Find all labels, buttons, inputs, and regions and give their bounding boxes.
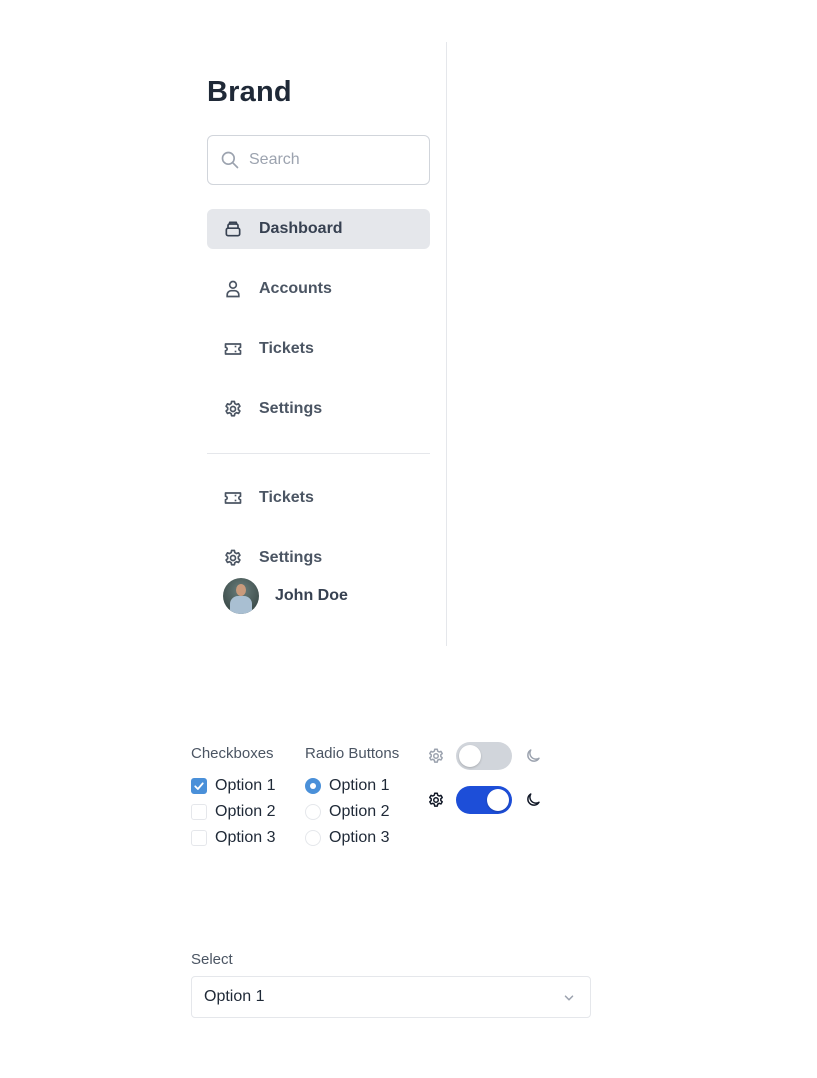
gear-icon [429, 792, 443, 807]
brand-title: Brand [207, 76, 292, 108]
sidebar-item-label: Settings [259, 400, 323, 417]
theme-toggle-row-on [427, 786, 542, 814]
checkbox-option-1[interactable]: Option 1 [191, 777, 275, 795]
sidebar-item-label: Settings [259, 549, 323, 566]
radios-title: Radio Buttons [305, 745, 400, 762]
theme-toggle-off[interactable] [456, 742, 512, 770]
chevron-down-icon [564, 995, 574, 1001]
sidebar-item-label: Accounts [259, 280, 332, 297]
radio-option-1[interactable]: Option 1 [305, 777, 389, 795]
checkbox-option-2[interactable]: Option 2 [191, 803, 275, 821]
user-icon [226, 280, 240, 298]
select-value: Option 1 [204, 988, 265, 1005]
radio[interactable] [305, 778, 321, 794]
radio-label: Option 3 [329, 829, 390, 846]
sidebar-item-accounts[interactable]: Accounts [207, 269, 430, 309]
sidebar-item-label: Dashboard [259, 220, 343, 237]
search-box[interactable] [207, 135, 430, 185]
checkbox-label: Option 2 [215, 803, 276, 820]
user-profile[interactable]: John Doe [223, 578, 348, 614]
sidebar-item-label: Tickets [259, 340, 314, 357]
gear-icon [225, 549, 241, 566]
gear-icon [225, 400, 241, 417]
search-input[interactable] [249, 151, 419, 169]
sidebar: Brand Dashboard Accounts Tickets Setting… [207, 42, 447, 646]
checkbox[interactable] [191, 778, 207, 794]
checkbox-label: Option 3 [215, 829, 276, 846]
radio[interactable] [305, 804, 321, 820]
moon-icon [527, 749, 540, 762]
radio-label: Option 2 [329, 803, 390, 820]
theme-toggle-row-off [427, 742, 542, 770]
toggle-knob [487, 789, 509, 811]
sidebar-item-settings[interactable]: Settings [207, 389, 430, 429]
sidebar-item-dashboard[interactable]: Dashboard [207, 209, 430, 249]
checkbox-label: Option 1 [215, 777, 276, 794]
user-name: John Doe [275, 587, 348, 604]
sidebar-divider [207, 453, 430, 454]
sidebar-item-tickets-secondary[interactable]: Tickets [207, 478, 430, 518]
checkboxes-title: Checkboxes [191, 745, 274, 762]
sidebar-item-label: Tickets [259, 489, 314, 506]
search-icon [221, 151, 239, 169]
sidebar-item-settings-secondary[interactable]: Settings [207, 538, 430, 578]
select-dropdown[interactable]: Option 1 [191, 976, 591, 1018]
checkbox-option-3[interactable]: Option 3 [191, 829, 275, 847]
gear-icon [429, 748, 443, 763]
theme-toggle-on[interactable] [456, 786, 512, 814]
inbox-icon [225, 221, 241, 237]
moon-icon [527, 793, 540, 806]
sidebar-item-tickets[interactable]: Tickets [207, 329, 430, 369]
avatar [223, 578, 259, 614]
radio-option-3[interactable]: Option 3 [305, 829, 389, 847]
checkbox[interactable] [191, 804, 207, 820]
checkbox[interactable] [191, 830, 207, 846]
radio-label: Option 1 [329, 777, 390, 794]
ticket-icon [224, 343, 242, 355]
select-label: Select [191, 951, 233, 968]
check-icon [194, 782, 204, 790]
toggle-knob [459, 745, 481, 767]
radio[interactable] [305, 830, 321, 846]
ticket-icon [224, 492, 242, 504]
radio-option-2[interactable]: Option 2 [305, 803, 389, 821]
